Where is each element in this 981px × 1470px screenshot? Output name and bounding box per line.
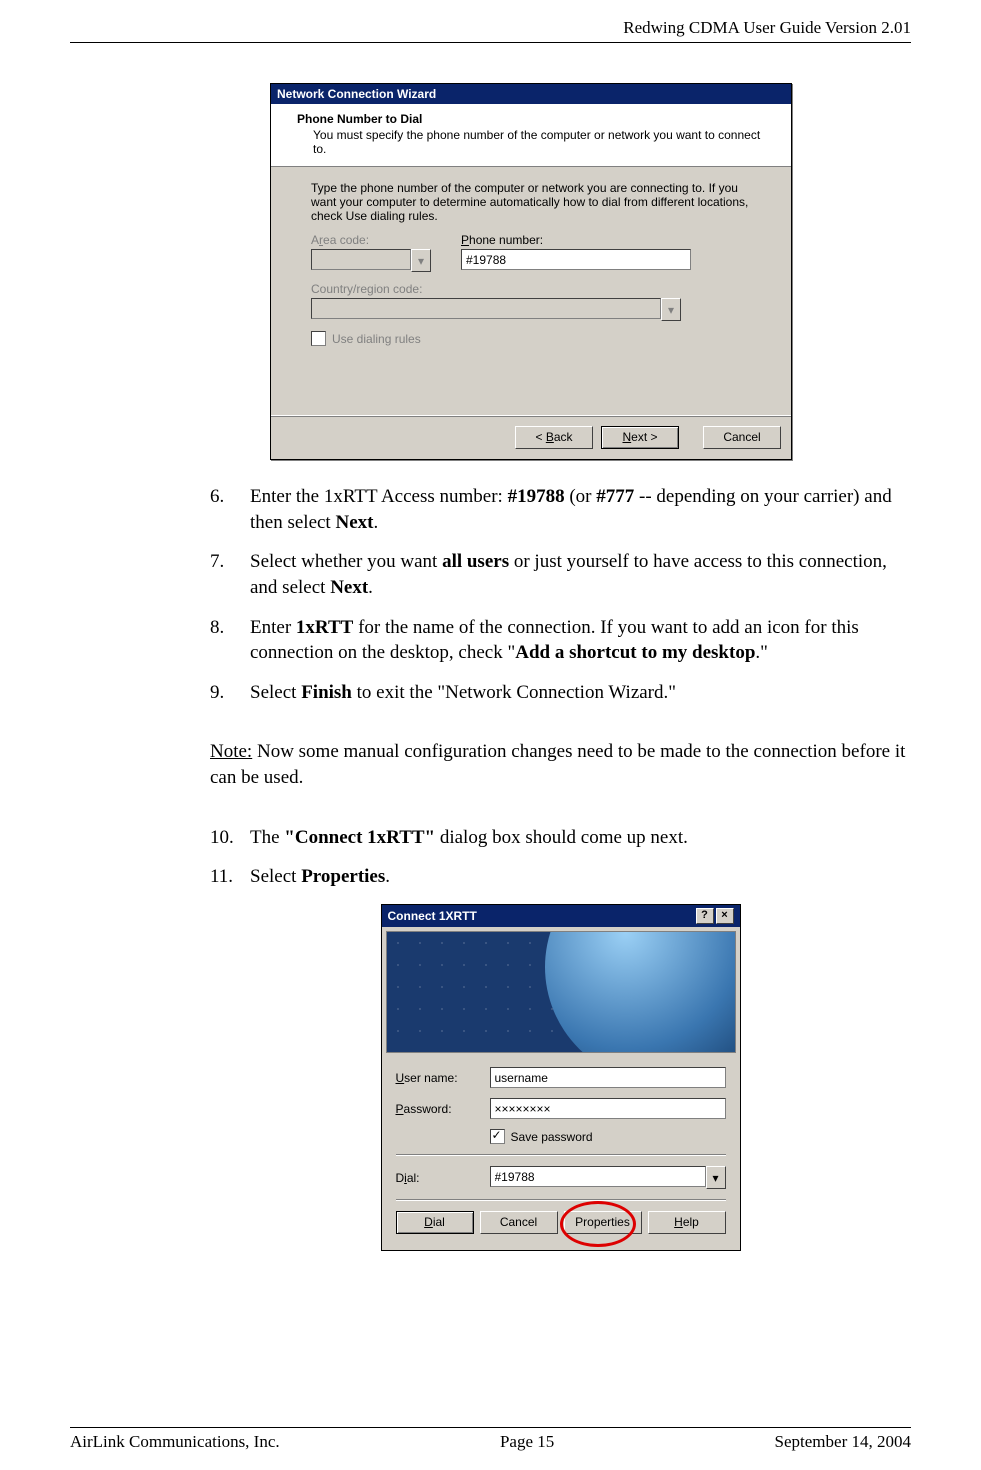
chevron-down-icon[interactable]: ▾ (706, 1166, 726, 1189)
dial-button[interactable]: Dial (396, 1211, 474, 1234)
divider (396, 1199, 726, 1201)
wizard-subheading: You must specify the phone number of the… (297, 128, 765, 156)
password-label: Password: (396, 1102, 476, 1116)
connect-1xrtt-dialog: Connect 1XRTT ? × User name: Password: (381, 904, 741, 1251)
step-9: 9. Select Finish to exit the "Network Co… (210, 680, 911, 706)
network-connection-wizard-dialog: Network Connection Wizard Phone Number t… (270, 83, 792, 460)
header-title: Redwing CDMA User Guide Version 2.01 (623, 18, 911, 37)
note-paragraph: Note: Now some manual configuration chan… (210, 739, 911, 790)
wizard-button-row: < Back Next > Cancel (271, 415, 791, 459)
phone-number-input[interactable] (461, 249, 691, 270)
properties-button[interactable]: Properties (564, 1211, 642, 1234)
country-region-dropdown: ▾ (311, 298, 681, 321)
cancel-button[interactable]: Cancel (703, 426, 781, 449)
wizard-titlebar: Network Connection Wizard (271, 84, 791, 104)
divider (396, 1154, 726, 1156)
step-10: 10. The "Connect 1xRTT" dialog box shoul… (210, 825, 911, 851)
footer-right: September 14, 2004 (775, 1432, 911, 1452)
wizard-header: Phone Number to Dial You must specify th… (271, 104, 791, 167)
wizard-instruction: Type the phone number of the computer or… (311, 181, 751, 223)
dial-input[interactable] (490, 1166, 706, 1187)
checkbox-icon (311, 331, 326, 346)
footer-center: Page 15 (500, 1432, 554, 1452)
phone-number-label: Phone number: (461, 233, 751, 247)
connect-titlebar: Connect 1XRTT ? × (382, 905, 740, 927)
help-icon[interactable]: ? (696, 908, 714, 924)
password-input[interactable] (490, 1098, 726, 1119)
instruction-steps: 6. Enter the 1xRTT Access number: #19788… (210, 484, 911, 890)
connect-button-row: Dial Cancel Properties Help (396, 1211, 726, 1238)
page-header: Redwing CDMA User Guide Version 2.01 (70, 0, 911, 43)
area-code-dropdown: ▾ (311, 249, 431, 272)
username-input[interactable] (490, 1067, 726, 1088)
wizard-body: Type the phone number of the computer or… (271, 167, 791, 415)
checkbox-icon: ✓ (490, 1129, 505, 1144)
connect-title-text: Connect 1XRTT (388, 909, 477, 923)
back-button[interactable]: < Back (515, 426, 593, 449)
country-region-label: Country/region code: (311, 282, 751, 296)
planet-icon (545, 931, 736, 1053)
page-footer: AirLink Communications, Inc. Page 15 Sep… (70, 1427, 911, 1452)
step-7: 7. Select whether you want all users or … (210, 549, 911, 600)
wizard-heading: Phone Number to Dial (297, 112, 765, 126)
save-password-checkbox[interactable]: ✓ Save password (490, 1129, 593, 1144)
username-label: User name: (396, 1071, 476, 1085)
chevron-down-icon: ▾ (661, 298, 681, 321)
step-11: 11. Select Properties. (210, 864, 911, 890)
footer-left: AirLink Communications, Inc. (70, 1432, 280, 1452)
step-6: 6. Enter the 1xRTT Access number: #19788… (210, 484, 911, 535)
dial-dropdown[interactable]: ▾ (490, 1166, 726, 1189)
connect-banner-image (386, 931, 736, 1053)
connect-body: User name: Password: ✓ Save password D (382, 1057, 740, 1250)
cancel-button[interactable]: Cancel (480, 1211, 558, 1234)
area-code-label: Area code: (311, 233, 431, 247)
chevron-down-icon: ▾ (411, 249, 431, 272)
next-button[interactable]: Next > (601, 426, 679, 449)
help-button[interactable]: Help (648, 1211, 726, 1234)
dial-label: Dial: (396, 1171, 476, 1185)
close-icon[interactable]: × (716, 908, 734, 924)
use-dialing-rules-checkbox[interactable]: Use dialing rules (311, 331, 421, 346)
step-8: 8. Enter 1xRTT for the name of the conne… (210, 615, 911, 666)
